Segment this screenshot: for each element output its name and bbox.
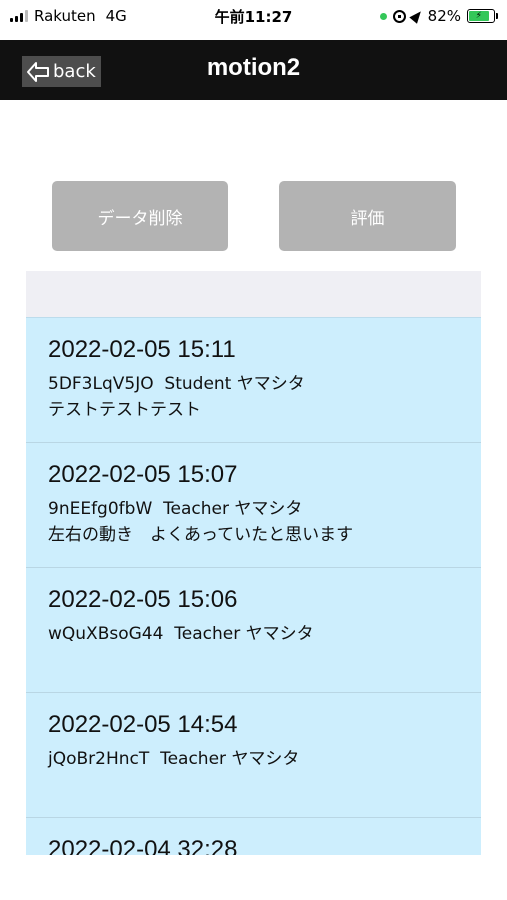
list-item[interactable]: 2022-02-05 15:11 5DF3LqV5JO Student ヤマシタ…	[26, 318, 481, 443]
location-icon	[408, 8, 425, 24]
record-comment: テストテストテスト	[48, 400, 201, 420]
record-name: ヤマシタ	[231, 749, 300, 769]
record-date: 2022-02-05 15:11	[48, 336, 236, 363]
records-list[interactable]: 2022-02-05 15:11 5DF3LqV5JO Student ヤマシタ…	[26, 318, 481, 855]
back-label: back	[53, 61, 96, 82]
status-bar: Rakuten 4G 午前11:27 82% ⚡	[0, 0, 507, 40]
record-meta: wQuXBsoG44 Teacher ヤマシタ	[48, 623, 481, 645]
record-role: Teacher	[163, 499, 230, 519]
record-date: 2022-02-05 15:07	[48, 461, 238, 488]
back-button[interactable]: back	[22, 56, 101, 87]
list-item[interactable]: 2022-02-04 32:28	[26, 818, 481, 855]
record-date: 2022-02-05 14:54	[48, 711, 238, 738]
record-name: ヤマシタ	[236, 374, 305, 394]
list-item[interactable]: 2022-02-05 15:06 wQuXBsoG44 Teacher ヤマシタ	[26, 568, 481, 693]
record-meta: 9nEEfg0fbW Teacher ヤマシタ	[48, 498, 481, 520]
status-right: 82% ⚡	[379, 7, 498, 25]
record-role: Teacher	[160, 749, 227, 769]
record-id: 5DF3LqV5JO	[48, 374, 154, 394]
battery-percent: 82%	[427, 7, 461, 25]
record-role: Teacher	[174, 624, 241, 644]
record-role: Student	[164, 374, 232, 394]
record-id: jQoBr2HncT	[48, 749, 150, 769]
record-date: 2022-02-04 32:28	[48, 836, 238, 855]
list-header	[26, 271, 481, 318]
record-comment: 左右の動き よくあっていたと思います	[48, 525, 354, 545]
record-meta: jQoBr2HncT Teacher ヤマシタ	[48, 748, 481, 770]
back-arrow-icon	[27, 61, 49, 82]
rotation-lock-icon	[392, 9, 406, 23]
evaluate-button[interactable]: 評価	[279, 181, 456, 251]
battery-icon: ⚡	[467, 9, 498, 23]
record-id: 9nEEfg0fbW	[48, 499, 153, 519]
list-item[interactable]: 2022-02-05 15:07 9nEEfg0fbW Teacher ヤマシタ…	[26, 443, 481, 568]
record-name: ヤマシタ	[245, 624, 314, 644]
record-id: wQuXBsoG44	[48, 624, 164, 644]
list-item[interactable]: 2022-02-05 14:54 jQoBr2HncT Teacher ヤマシタ	[26, 693, 481, 818]
delete-data-button[interactable]: データ削除	[52, 181, 228, 251]
camera-indicator-icon	[379, 12, 387, 20]
record-date: 2022-02-05 15:06	[48, 586, 238, 613]
record-meta: 5DF3LqV5JO Student ヤマシタ	[48, 373, 481, 395]
record-name: ヤマシタ	[234, 499, 303, 519]
nav-bar: back motion2	[0, 40, 507, 100]
